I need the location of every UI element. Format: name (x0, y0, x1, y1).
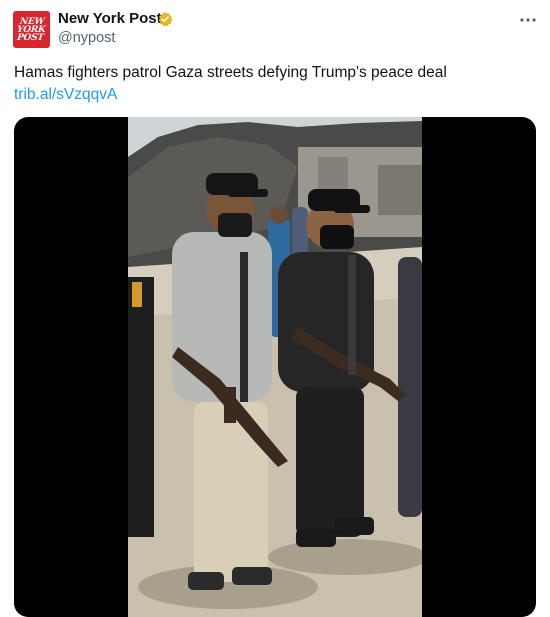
nypost-logo: NEW YORK POST (16, 17, 47, 43)
tweet-text: Hamas fighters patrol Gaza streets defyi… (14, 64, 447, 81)
tweet-link[interactable]: trib.al/sVzqqvA (14, 85, 117, 105)
author-name[interactable]: New York Post (58, 10, 162, 27)
logo-line-3: POST (16, 32, 45, 43)
author-avatar[interactable]: NEW YORK POST (13, 11, 50, 48)
more-options-button[interactable] (515, 10, 541, 30)
tweet-card[interactable]: NEW YORK POST New York Post @nypost Hama… (0, 0, 550, 617)
author-handle[interactable]: @nypost (58, 30, 115, 46)
verified-badge-icon (158, 11, 173, 27)
video-frame (128, 117, 422, 617)
video-player[interactable] (14, 117, 536, 617)
more-horizontal-icon (520, 18, 536, 22)
